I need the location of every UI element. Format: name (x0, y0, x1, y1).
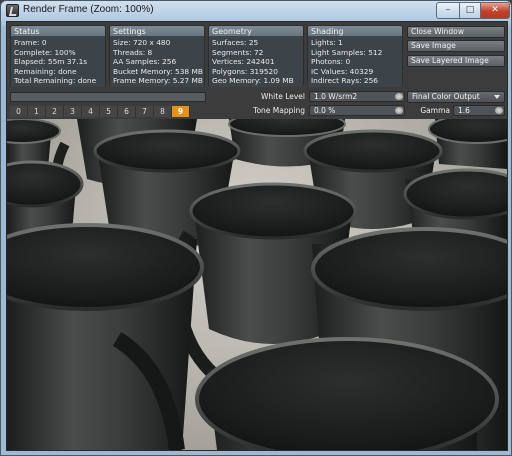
shading-indirect-rays: Indirect Rays: 256 (311, 76, 379, 86)
maximize-button[interactable]: □ (459, 2, 481, 19)
window-title: Render Frame (Zoom: 100%) (23, 4, 154, 15)
status-frame: Frame: 0 (14, 38, 47, 47)
shading-light-samples: Light Samples: 512 (311, 47, 383, 57)
title-bar[interactable]: Render Frame (Zoom: 100%) – □ ✕ (1, 1, 511, 21)
white-level-slider-knob-icon[interactable] (395, 93, 403, 100)
geometry-segments: Segments: 72 (212, 47, 264, 57)
settings-threads: Threads: 8 (113, 47, 153, 57)
settings-size: Size: 720 x 480 (113, 38, 171, 47)
shading-header: Shading (308, 26, 402, 37)
shading-ic-values: IC Values: 40329 (311, 66, 374, 76)
buffer-button-1[interactable]: 1 (28, 106, 46, 117)
settings-bucket-memory: Bucket Memory: 538 MB (113, 66, 203, 76)
cup-front-bottom (195, 337, 499, 450)
close-window-button[interactable]: Close Window (407, 26, 505, 38)
close-window-x-button[interactable]: ✕ (480, 2, 510, 19)
shading-photons: Photons: 0 (311, 57, 351, 67)
buffer-button-7[interactable]: 7 (136, 106, 154, 117)
status-remaining: Remaining: done (14, 66, 77, 76)
gamma-slider-knob-icon[interactable] (495, 107, 503, 114)
rendered-cups-image (7, 119, 507, 450)
status-total-remaining: Total Remaining: done (14, 76, 97, 86)
settings-header: Settings (110, 26, 204, 37)
save-layered-image-button[interactable]: Save Layered Image (407, 55, 505, 67)
gamma-label: Gamma (420, 106, 450, 115)
geometry-vertices: Vertices: 242401 (212, 57, 275, 67)
tone-mapping-field[interactable]: 0.0 % (309, 105, 405, 116)
buffer-button-4[interactable]: 4 (82, 106, 100, 117)
geometry-polygons: Polygons: 319520 (212, 66, 278, 76)
white-level-label: White Level (261, 92, 305, 101)
tone-mapping-value: 0.0 % (314, 106, 336, 115)
render-client-area: Status Frame: 0 Complete: 100% Elapsed: … (6, 21, 508, 451)
buffer-button-2[interactable]: 2 (46, 106, 64, 117)
gamma-value: 1.6 (458, 106, 470, 115)
app-logo-icon (6, 4, 19, 17)
buffer-button-9[interactable]: 9 (172, 106, 190, 117)
cup-front-left (7, 223, 204, 450)
tone-mapping-label: Tone Mapping (253, 106, 305, 115)
shading-lights: Lights: 1 (311, 38, 343, 47)
settings-frame-memory: Frame Memory: 5.27 MB (113, 76, 203, 86)
white-level-value: 1.0 W/srm2 (314, 92, 358, 101)
buffer-button-0[interactable]: 0 (10, 106, 28, 117)
gamma-field[interactable]: 1.6 (453, 105, 505, 116)
buffer-button-8[interactable]: 8 (154, 106, 172, 117)
status-panel: Status Frame: 0 Complete: 100% Elapsed: … (10, 25, 106, 87)
buffer-button-3[interactable]: 3 (64, 106, 82, 117)
geometry-surfaces: Surfaces: 25 (212, 38, 259, 47)
chevron-down-icon (494, 95, 500, 99)
buffer-selector: 0 1 2 3 4 5 6 7 8 9 (10, 106, 190, 117)
status-complete: Complete: 100% (14, 47, 76, 57)
render-frame-window: Render Frame (Zoom: 100%) – □ ✕ Status F… (0, 0, 512, 456)
shading-panel: Shading Lights: 1 Light Samples: 512 Pho… (307, 25, 403, 87)
status-header: Status (11, 26, 105, 37)
settings-aa-samples: AA Samples: 256 (113, 57, 177, 67)
buffer-button-6[interactable]: 6 (118, 106, 136, 117)
output-select-value: Final Color Output (412, 92, 480, 101)
render-viewport[interactable] (7, 119, 507, 450)
geometry-panel: Geometry Surfaces: 25 Segments: 72 Verti… (208, 25, 304, 87)
cup-back-right (428, 119, 507, 169)
geometry-geo-memory: Geo Memory: 1.09 MB (212, 76, 294, 86)
buffer-button-5[interactable]: 5 (100, 106, 118, 117)
white-level-field[interactable]: 1.0 W/srm2 (309, 91, 405, 102)
render-progress-bar (10, 92, 206, 102)
save-image-button[interactable]: Save Image (407, 40, 505, 52)
status-elapsed: Elapsed: 55m 37.1s (14, 57, 88, 67)
output-select[interactable]: Final Color Output (407, 91, 505, 103)
geometry-header: Geometry (209, 26, 303, 37)
tone-mapping-slider-knob-icon[interactable] (395, 107, 403, 114)
settings-panel: Settings Size: 720 x 480 Threads: 8 AA S… (109, 25, 205, 87)
minimize-button[interactable]: – (436, 2, 460, 19)
